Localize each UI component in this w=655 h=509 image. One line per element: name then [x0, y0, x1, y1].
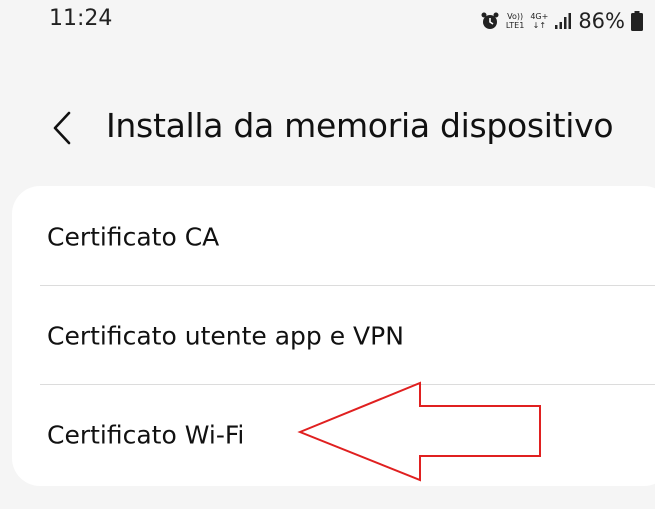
divider — [40, 384, 655, 385]
list-item-label: Certificato utente app e VPN — [47, 321, 404, 351]
certificate-list: Certificato CA Certificato utente app e … — [12, 186, 655, 486]
lte-label: LTE1 — [505, 21, 525, 30]
data-arrows-label: ↓↑ — [532, 21, 547, 30]
signal-icon — [554, 12, 572, 30]
volte-label: Vo)) — [507, 12, 524, 21]
list-item-vpn-certificate[interactable]: Certificato utente app e VPN — [12, 287, 655, 385]
chevron-left-icon — [53, 111, 71, 145]
back-button[interactable] — [44, 108, 80, 148]
status-bar: 11:24 Vo)) LTE1 4G+ ↓↑ 86% — [0, 0, 655, 46]
volte-indicator: Vo)) LTE1 — [506, 12, 524, 30]
list-item-label: Certificato Wi-Fi — [47, 420, 245, 450]
list-item-label: Certificato CA — [47, 222, 220, 252]
status-time: 11:24 — [49, 6, 113, 31]
list-item-wifi-certificate[interactable]: Certificato Wi-Fi — [12, 386, 655, 484]
status-icons: Vo)) LTE1 4G+ ↓↑ 86% — [480, 8, 643, 34]
divider — [40, 285, 655, 286]
battery-icon — [631, 11, 643, 31]
screen: 11:24 Vo)) LTE1 4G+ ↓↑ 86% Installa da m… — [0, 0, 655, 509]
list-item-ca-certificate[interactable]: Certificato CA — [12, 188, 655, 286]
data-indicator: 4G+ ↓↑ — [530, 12, 548, 30]
page-title: Installa da memoria dispositivo — [106, 106, 614, 145]
alarm-icon — [480, 11, 500, 31]
header: Installa da memoria dispositivo — [0, 96, 655, 166]
data-type-label: 4G+ — [530, 12, 549, 21]
battery-percent: 86% — [578, 9, 625, 33]
